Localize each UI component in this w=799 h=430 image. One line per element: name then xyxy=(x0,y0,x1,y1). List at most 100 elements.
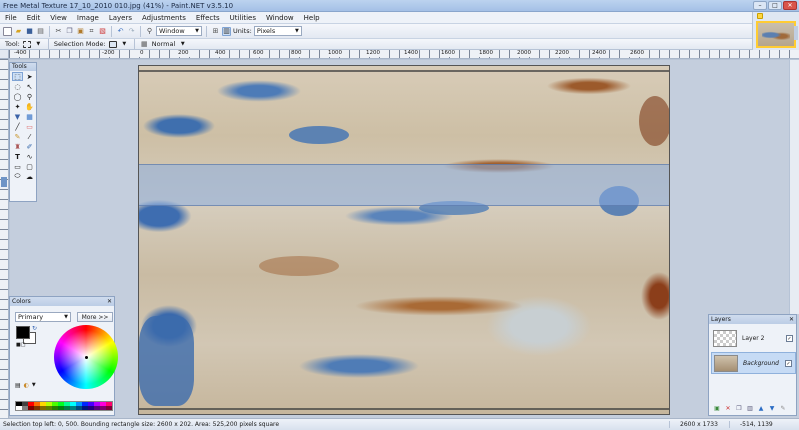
redo-icon[interactable]: ↷ xyxy=(127,27,136,36)
open-folder-icon[interactable]: ▰ xyxy=(14,27,23,36)
menu-file[interactable]: File xyxy=(0,14,22,22)
ruler-label: 1800 xyxy=(478,50,494,57)
paint-bucket-icon[interactable]: ▼ xyxy=(12,112,23,121)
ruler-label: 2200 xyxy=(554,50,570,57)
chevron-down-icon[interactable]: ▼ xyxy=(32,382,36,389)
save-icon[interactable]: ■ xyxy=(25,27,34,36)
new-file-icon[interactable] xyxy=(3,26,12,36)
layer-row[interactable]: Layer 2 ✓ xyxy=(711,327,796,349)
gradient-icon[interactable]: ▦ xyxy=(24,112,35,121)
merge-layer-icon[interactable]: ▥ xyxy=(746,404,754,412)
menu-adjustments[interactable]: Adjustments xyxy=(137,14,191,22)
rectangle-select-icon[interactable]: ⬚ xyxy=(12,72,23,81)
move-layer-down-icon[interactable]: ▼ xyxy=(768,404,776,412)
layer-properties-icon[interactable]: ✎ xyxy=(779,404,787,412)
menu-layers[interactable]: Layers xyxy=(104,14,137,22)
color-mode-dropdown[interactable]: Primary ▼ xyxy=(15,312,71,322)
move-selection-icon[interactable]: ↖ xyxy=(24,82,35,91)
eraser-icon[interactable]: ▭ xyxy=(24,122,35,131)
menu-help[interactable]: Help xyxy=(299,14,325,22)
zoom-value: Window xyxy=(159,27,185,35)
primary-color-swatch[interactable] xyxy=(16,326,30,339)
cut-icon[interactable]: ✂ xyxy=(54,27,63,36)
chevron-down-icon[interactable]: ▼ xyxy=(120,40,129,49)
move-icon[interactable]: ➤ xyxy=(24,72,35,81)
close-icon[interactable]: ✕ xyxy=(107,297,112,306)
palette-icon[interactable]: ◐ xyxy=(24,382,29,389)
thumbnail-scrollbar[interactable] xyxy=(794,26,798,40)
pan-icon[interactable]: ✋ xyxy=(24,102,35,111)
selection-marquee[interactable] xyxy=(139,164,669,206)
duplicate-layer-icon[interactable]: ❐ xyxy=(735,404,743,412)
menu-utilities[interactable]: Utilities xyxy=(225,14,261,22)
text-icon[interactable]: T xyxy=(12,152,23,161)
ruler-label: -400 xyxy=(13,50,28,57)
add-layer-icon[interactable]: ▣ xyxy=(713,404,721,412)
selection-mode-icon[interactable] xyxy=(108,40,117,48)
colors-window-title: Colors ✕ xyxy=(10,297,114,306)
rulers-icon[interactable]: ▥ xyxy=(222,26,231,36)
layer-actions: ▣ ✕ ❐ ▥ ▲ ▼ ✎ xyxy=(713,404,787,412)
palette-swatch[interactable] xyxy=(106,406,112,410)
layer-visibility-checkbox[interactable]: ✓ xyxy=(785,359,792,367)
layer-visibility-checkbox[interactable]: ✓ xyxy=(786,334,793,342)
more-colors-button[interactable]: More >> xyxy=(77,312,113,322)
color-wheel[interactable] xyxy=(54,325,118,389)
menu-window[interactable]: Window xyxy=(261,14,299,22)
palette-options-icon[interactable]: ▤ xyxy=(15,382,21,389)
swap-colors-icon[interactable]: ↻ xyxy=(32,325,37,332)
layer-row[interactable]: Background ✓ xyxy=(711,352,796,374)
ellipse-icon[interactable]: ⬭ xyxy=(12,172,23,181)
paste-icon[interactable]: ▣ xyxy=(76,27,85,36)
crop-icon[interactable]: ⌗ xyxy=(87,27,96,36)
move-layer-up-icon[interactable]: ▲ xyxy=(757,404,765,412)
chevron-down-icon[interactable]: ▼ xyxy=(34,40,43,49)
pin-icon[interactable] xyxy=(757,13,763,19)
color-palette[interactable] xyxy=(15,401,113,411)
freeform-shape-icon[interactable]: ☁ xyxy=(24,172,35,181)
texture-patch xyxy=(259,256,339,276)
units-dropdown[interactable]: Pixels ▼ xyxy=(253,26,302,36)
minimize-button[interactable]: – xyxy=(753,1,767,10)
image-thumbnail[interactable] xyxy=(756,21,796,48)
undo-icon[interactable]: ↶ xyxy=(116,27,125,36)
copy-icon[interactable]: ❐ xyxy=(65,27,74,36)
zoom-icon[interactable]: ⚲ xyxy=(24,92,35,101)
menu-image[interactable]: Image xyxy=(72,14,104,22)
rectangle-select-icon[interactable] xyxy=(22,40,31,48)
rectangle-icon[interactable]: ▭ xyxy=(12,162,23,171)
paintbrush-icon[interactable]: ╱ xyxy=(12,122,23,131)
blend-mode-value[interactable]: Normal xyxy=(152,40,176,48)
lasso-icon[interactable]: ◌ xyxy=(12,82,23,91)
pencil-icon[interactable]: ✎ xyxy=(12,132,23,141)
recolor-icon[interactable]: ✐ xyxy=(24,142,35,151)
layer-thumbnail xyxy=(713,329,737,347)
print-icon[interactable]: ▤ xyxy=(36,27,45,36)
ellipse-select-icon[interactable]: ◯ xyxy=(12,92,23,101)
grid-icon[interactable]: ⊞ xyxy=(211,27,220,36)
vertical-scrollbar[interactable] xyxy=(789,60,799,314)
clone-stamp-icon[interactable]: ♜ xyxy=(12,142,23,151)
menu-effects[interactable]: Effects xyxy=(191,14,225,22)
zoom-dropdown[interactable]: Window ▼ xyxy=(156,26,202,36)
chevron-down-icon: ▼ xyxy=(195,28,199,34)
color-picker-icon[interactable]: ⁄ xyxy=(24,132,35,141)
close-icon[interactable]: ✕ xyxy=(789,315,794,324)
menu-edit[interactable]: Edit xyxy=(22,14,46,22)
maximize-button[interactable]: □ xyxy=(768,1,782,10)
chevron-down-icon[interactable]: ▼ xyxy=(178,40,187,49)
magic-wand-icon[interactable]: ✦ xyxy=(12,102,23,111)
layer-name: Layer 2 xyxy=(742,334,765,342)
close-button[interactable]: ✕ xyxy=(783,1,797,10)
rounded-rectangle-icon[interactable]: ▢ xyxy=(24,162,35,171)
texture-patch xyxy=(139,316,194,406)
line-curve-icon[interactable]: ∿ xyxy=(24,152,35,161)
ruler-label: 200 xyxy=(177,50,190,57)
reset-colors-icon[interactable]: ■□ xyxy=(16,342,25,348)
deselect-icon[interactable]: ▧ xyxy=(98,27,107,36)
menu-view[interactable]: View xyxy=(45,14,72,22)
selection-mode-label: Selection Mode: xyxy=(53,40,106,48)
colors-controls: Primary ▼ More >> xyxy=(15,312,113,322)
image-canvas[interactable] xyxy=(138,65,670,415)
delete-layer-icon[interactable]: ✕ xyxy=(724,404,732,412)
